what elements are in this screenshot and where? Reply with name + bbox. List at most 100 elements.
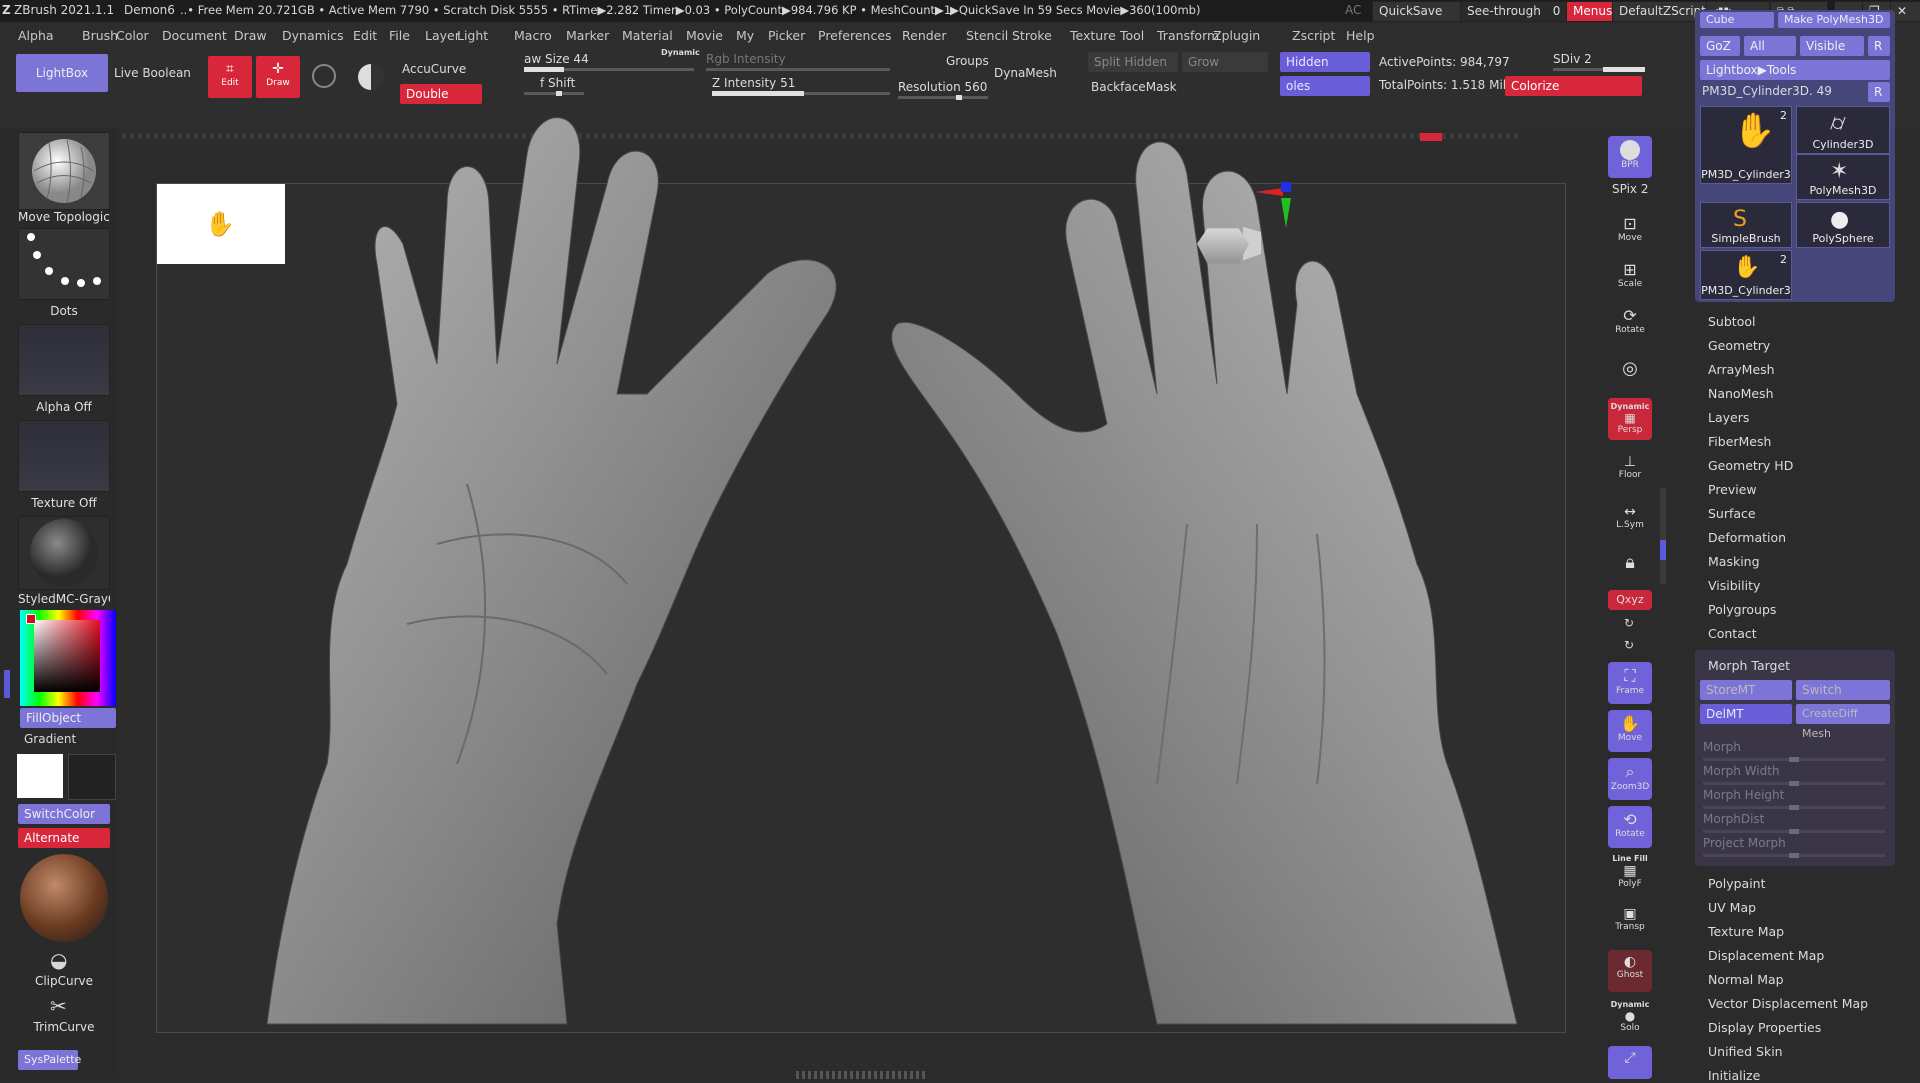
persp-button[interactable]: Dynamic ▦ Persp [1608,398,1652,440]
subpalette-display-properties[interactable]: Display Properties [1708,1020,1821,1035]
clipcurve-icon[interactable]: ◒ [50,948,67,972]
menu-tool[interactable]: Tool [1120,28,1144,43]
floor-button[interactable]: ⊥ Floor [1608,450,1652,492]
right-tray-collapse-handle[interactable] [1660,540,1666,560]
menu-document[interactable]: Document [162,28,227,43]
ghost-button[interactable]: ◐ Ghost [1608,950,1652,992]
trimcurve-icon[interactable]: ✂ [50,994,67,1018]
solo-button[interactable]: Dynamic ● Solo [1608,996,1652,1038]
menu-zscript[interactable]: Zscript [1292,28,1335,43]
menu-material[interactable]: Material [622,28,673,43]
morph-slider-track[interactable] [1703,829,1885,834]
subpalette-texture-map[interactable]: Texture Map [1708,924,1784,939]
subpalette-fibermesh[interactable]: FiberMesh [1708,434,1771,449]
spix-slider[interactable]: SPix 2 [1612,182,1648,196]
menu-draw[interactable]: Draw [234,28,267,43]
switch-color-button[interactable]: SwitchColor [18,804,110,824]
menu-zplugin[interactable]: Zplugin [1213,28,1260,43]
menu-marker[interactable]: Marker [566,28,609,43]
menu-stencil[interactable]: Stencil [966,28,1008,43]
menu-light[interactable]: Light [457,28,488,43]
fill-object-button[interactable]: FillObject [20,708,116,728]
tool-thumbnail[interactable]: ● PolySphere [1796,202,1890,248]
delmt-button[interactable]: DelMT [1700,704,1792,724]
subpalette-vector-displacement-map[interactable]: Vector Displacement Map [1708,996,1868,1011]
subpalette-contact[interactable]: Contact [1708,626,1757,641]
menu-dynamics[interactable]: Dynamics [282,28,344,43]
bottom-tray-handle[interactable] [796,1071,926,1079]
morph-slider-label[interactable]: Morph Width [1703,764,1780,778]
xpose-button[interactable]: ⤢ [1608,1046,1652,1079]
rotate-z-icon[interactable]: ↻ [1624,638,1634,652]
menu-texture[interactable]: Texture [1070,28,1116,43]
tool-thumbnail[interactable]: ✋ 2 PM3D_Cylinder3 [1700,106,1792,184]
subpalette-subtool[interactable]: Subtool [1708,314,1755,329]
current-tool-slider[interactable]: PM3D_Cylinder3D. 49 [1702,84,1832,98]
subpalette-layers[interactable]: Layers [1708,410,1749,425]
menu-render[interactable]: Render [902,28,947,43]
left-hand-model[interactable] [207,64,867,1044]
subpalette-deformation[interactable]: Deformation [1708,530,1786,545]
quicksave-button[interactable]: QuickSave [1372,1,1470,22]
morph-slider-label[interactable]: MorphDist [1703,812,1764,826]
gradient-label[interactable]: Gradient [24,732,76,746]
see-through-slider[interactable]: See-through 0 [1460,1,1568,22]
material-thumbnail[interactable] [18,516,110,590]
syspalette-button[interactable]: SysPalette [18,1050,81,1070]
texture-thumbnail[interactable] [18,420,110,492]
menu-edit[interactable]: Edit [353,28,377,43]
tool-thumbnail[interactable]: ✋ 2 PM3D_Cylinder3 [1700,250,1792,300]
right-hand-model[interactable] [857,64,1577,1044]
rotate-y-icon[interactable]: ↻ [1624,616,1634,630]
cube-button[interactable]: Cube [1700,12,1774,28]
right-tray-scrollbar[interactable] [1660,488,1666,584]
goz-button[interactable]: GoZ [1700,36,1740,56]
matcap-sphere-icon[interactable] [20,854,108,942]
transp-button[interactable]: ▣ Transp [1608,902,1652,944]
subpalette-nanomesh[interactable]: NanoMesh [1708,386,1774,401]
menu-color[interactable]: Color [116,28,149,43]
menu-transform[interactable]: Transform [1157,28,1219,43]
alternate-button[interactable]: Alternate [18,828,110,848]
goz-all-button[interactable]: All [1744,36,1796,56]
morph-slider-label[interactable]: Project Morph [1703,836,1786,850]
lightbox-button[interactable]: LightBox [16,54,108,92]
menu-file[interactable]: File [389,28,410,43]
menu-stroke[interactable]: Stroke [1012,28,1052,43]
make-polymesh-button[interactable]: Make PolyMesh3D [1778,12,1890,28]
secondary-color-swatch[interactable] [68,754,116,800]
main-color-swatch[interactable] [17,754,63,798]
stroke-thumbnail[interactable] [18,228,110,300]
move-button[interactable]: ✋ Move [1608,710,1652,752]
menu-help[interactable]: Help [1346,28,1375,43]
subpalette-geometry-hd[interactable]: Geometry HD [1708,458,1793,473]
menu-movie[interactable]: Movie [686,28,723,43]
subpalette-surface[interactable]: Surface [1708,506,1756,521]
subpalette-masking[interactable]: Masking [1708,554,1760,569]
live-boolean-button[interactable]: Live Boolean [114,66,191,80]
subpalette-normal-map[interactable]: Normal Map [1708,972,1784,987]
subpalette-arraymesh[interactable]: ArrayMesh [1708,362,1775,377]
goz-r-button[interactable]: R [1868,36,1890,56]
local-transform-button[interactable]: ◎ [1608,354,1652,396]
create-diff-mesh-button[interactable]: CreateDiff Mesh [1796,704,1890,740]
morph-slider-track[interactable] [1703,781,1885,786]
subpalette-displacement-map[interactable]: Displacement Map [1708,948,1824,963]
lsym-button[interactable]: ↔ L.Sym [1608,500,1652,542]
tool-thumbnail[interactable]: ⌭ Cylinder3D [1796,106,1890,154]
zoom3d-button[interactable]: ⌕ Zoom3D [1608,758,1652,800]
subpalette-uv-map[interactable]: UV Map [1708,900,1756,915]
subpalette-initialize[interactable]: Initialize [1708,1068,1760,1083]
lightbox-tools-button[interactable]: Lightbox▶Tools [1700,60,1890,80]
menu-brush[interactable]: Brush [82,28,118,43]
rotate-view-button[interactable]: ⟳ Rotate [1608,302,1652,344]
switch-button[interactable]: Switch [1796,680,1890,700]
morph-slider-label[interactable]: Morph [1703,740,1741,754]
polyf-button[interactable]: Line Fill ▦ PolyF [1608,850,1652,892]
subpalette-visibility[interactable]: Visibility [1708,578,1760,593]
morph-slider-track[interactable] [1703,853,1885,858]
subpalette-polygroups[interactable]: Polygroups [1708,602,1776,617]
alpha-thumbnail[interactable] [18,324,110,396]
subpalette-unified-skin[interactable]: Unified Skin [1708,1044,1783,1059]
rotate-button[interactable]: ⟲ Rotate [1608,806,1652,848]
